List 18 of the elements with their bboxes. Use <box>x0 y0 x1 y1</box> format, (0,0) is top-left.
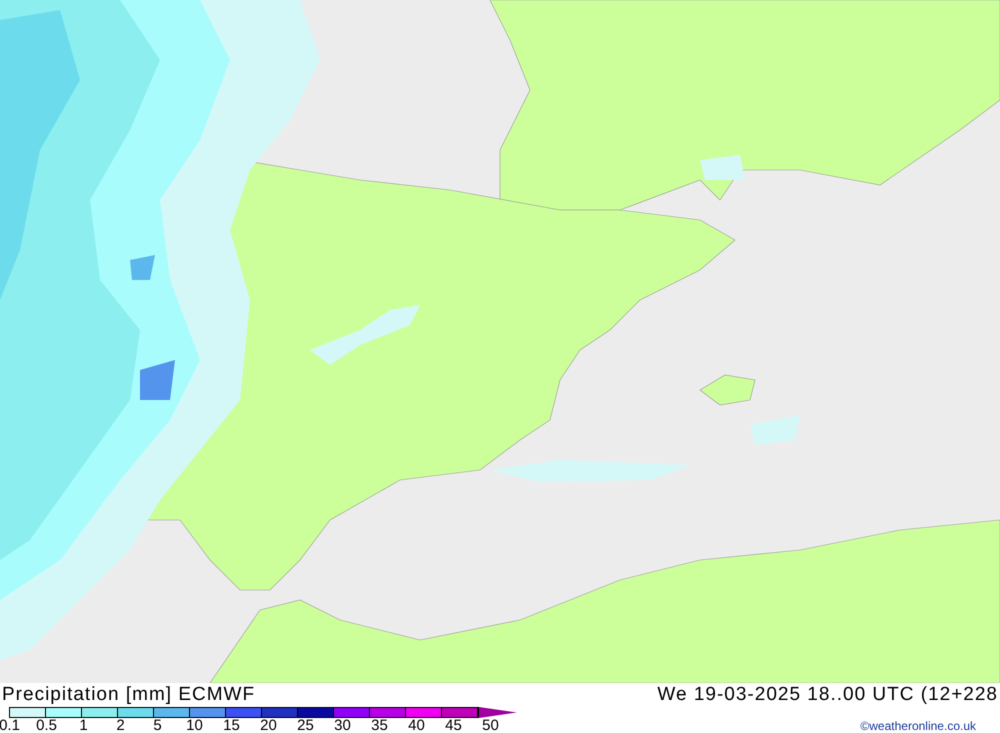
scale-label: 30 <box>334 718 351 733</box>
scale-label: 10 <box>186 718 203 733</box>
scale-label: 35 <box>371 718 388 733</box>
copyright-text: ©weatheronline.co.uk <box>860 719 976 733</box>
valid-time: We 19-03-2025 18..00 UTC (12+228 <box>657 683 998 707</box>
scale-label: 0.1 <box>0 718 20 733</box>
scale-label: 50 <box>482 718 499 733</box>
scale-label: 45 <box>445 718 462 733</box>
scale-label: 0.5 <box>36 718 57 733</box>
scale-label: 1 <box>79 718 88 733</box>
scale-label: 25 <box>297 718 314 733</box>
scale-label: 15 <box>223 718 240 733</box>
arrow-icon <box>479 707 517 718</box>
scale-label: 20 <box>260 718 277 733</box>
scale-label: 40 <box>408 718 425 733</box>
scale-label: 2 <box>116 718 125 733</box>
scale-label: 5 <box>153 718 162 733</box>
map-title: Precipitation [mm] ECMWF <box>2 683 256 707</box>
